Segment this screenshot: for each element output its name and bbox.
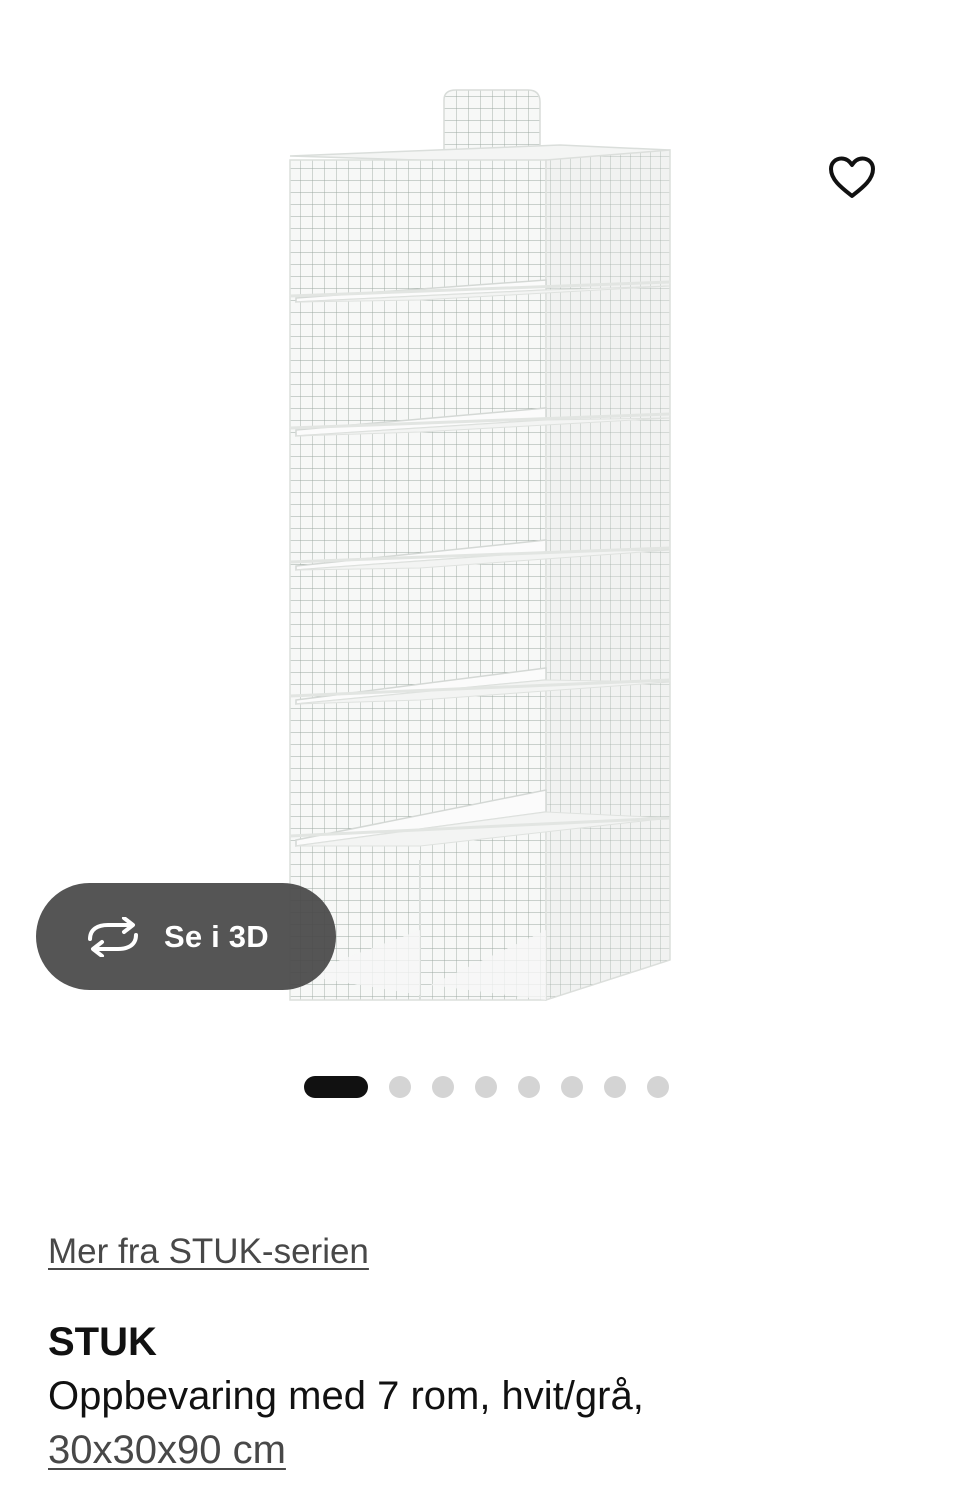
product-size-link[interactable]: 30x30x90 cm — [48, 1428, 286, 1473]
view-in-3d-button[interactable]: Se i 3D — [36, 883, 336, 990]
pagination-dot[interactable] — [517, 1076, 540, 1098]
pagination-dot[interactable] — [603, 1076, 626, 1098]
pagination-dot[interactable] — [388, 1076, 411, 1098]
favorite-button[interactable] — [812, 138, 892, 218]
pagination-dot[interactable] — [646, 1076, 669, 1098]
product-name: STUK — [48, 1320, 157, 1364]
view-in-3d-label: Se i 3D — [164, 918, 269, 954]
pagination-dot[interactable] — [560, 1076, 583, 1098]
rotate-arrows-icon — [84, 916, 142, 957]
heart-outline-icon — [829, 156, 875, 198]
pagination-dot[interactable] — [431, 1076, 454, 1098]
image-pagination — [0, 1076, 960, 1098]
product-gallery[interactable]: Se i 3D — [0, 0, 960, 1040]
series-link[interactable]: Mer fra STUK-serien — [48, 1232, 369, 1272]
pagination-dot[interactable] — [474, 1076, 497, 1098]
product-description: Oppbevaring med 7 rom, hvit/grå, — [48, 1374, 644, 1418]
pagination-dot-active[interactable] — [303, 1076, 368, 1098]
